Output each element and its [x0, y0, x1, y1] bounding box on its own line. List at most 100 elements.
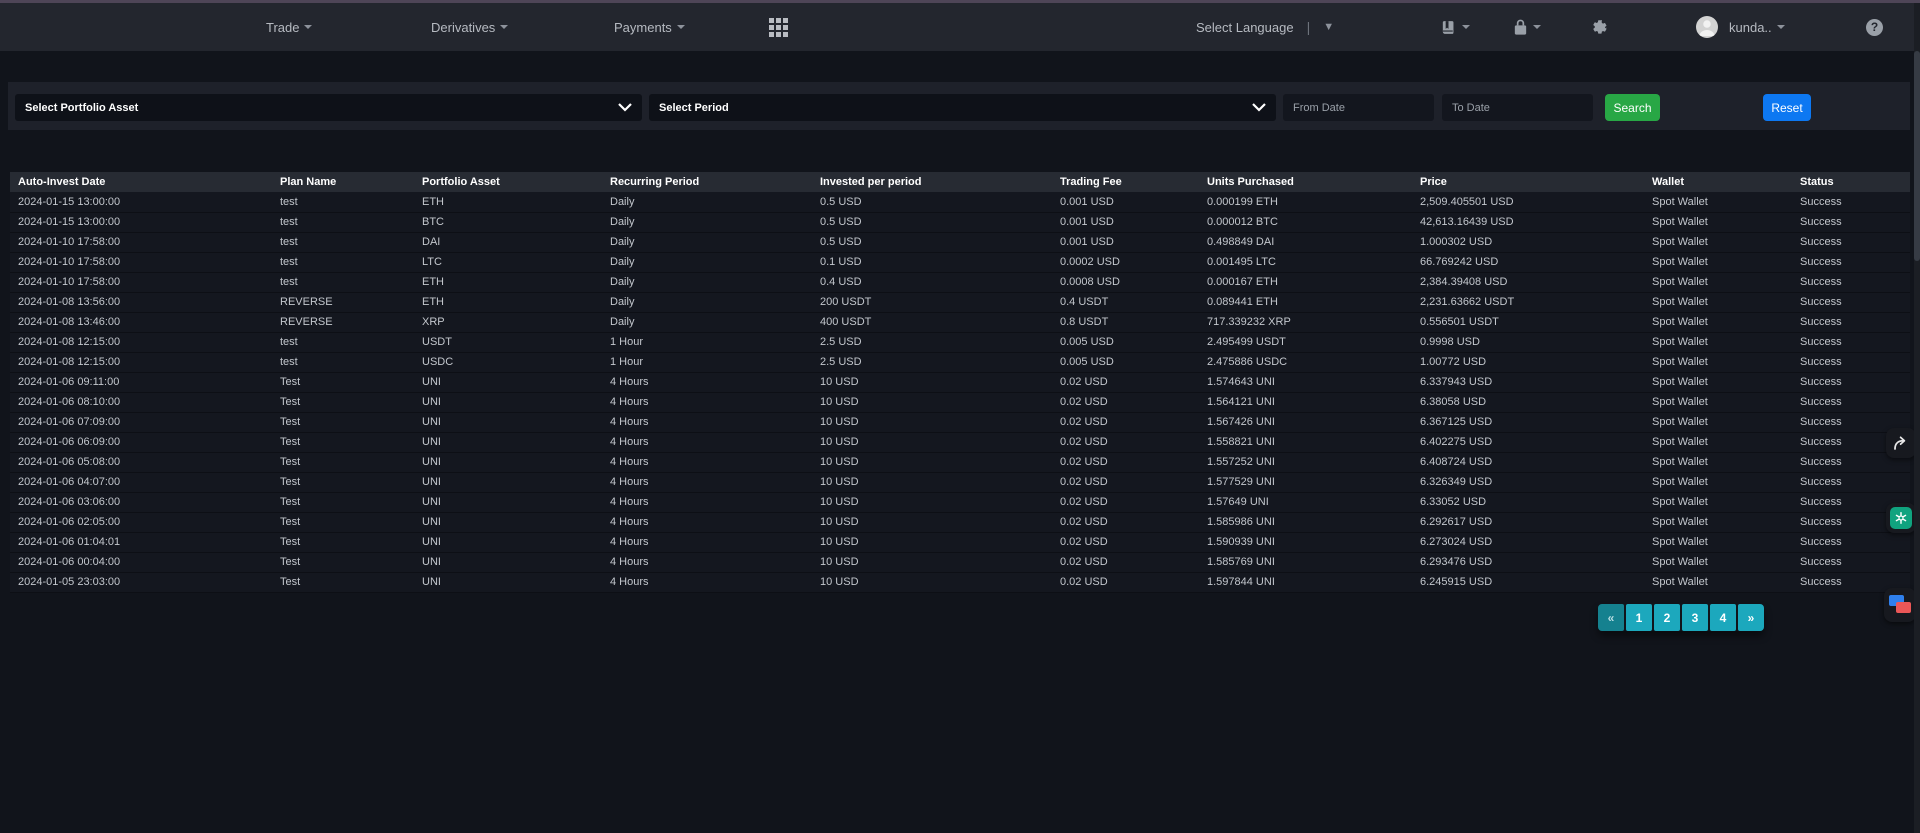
help-button[interactable]: ?: [1866, 3, 1883, 51]
to-date-input[interactable]: To Date: [1442, 94, 1593, 121]
table-cell: Success: [1792, 312, 1910, 332]
table-cell: UNI: [414, 552, 602, 572]
table-cell: BTC: [414, 212, 602, 232]
table-cell: 4 Hours: [602, 472, 812, 492]
table-cell: Test: [272, 432, 414, 452]
pagination: « 1234 »: [1598, 604, 1764, 631]
table-row: 2024-01-06 08:10:00TestUNI4 Hours10 USD0…: [10, 392, 1910, 412]
chevron-down-icon: [500, 25, 508, 29]
reset-button[interactable]: Reset: [1763, 94, 1811, 121]
table-cell: 0.02 USD: [1052, 512, 1199, 532]
period-select[interactable]: Select Period: [649, 94, 1276, 121]
table-cell: 4 Hours: [602, 572, 812, 592]
table-cell: 2024-01-06 05:08:00: [10, 452, 272, 472]
pagination-pages: 1234: [1626, 604, 1736, 631]
table-cell: Spot Wallet: [1644, 512, 1792, 532]
table-cell: 1.567426 UNI: [1199, 412, 1412, 432]
scrollbar-track[interactable]: [1914, 3, 1920, 833]
table-cell: UNI: [414, 492, 602, 512]
table-cell: 0.02 USD: [1052, 452, 1199, 472]
table-row: 2024-01-10 17:58:00testLTCDaily0.1 USD0.…: [10, 252, 1910, 272]
table-cell: 0.02 USD: [1052, 572, 1199, 592]
from-date-input[interactable]: From Date: [1283, 94, 1434, 121]
nav-menu-derivatives[interactable]: Derivatives: [431, 3, 508, 51]
chevron-down-icon: [1777, 25, 1785, 29]
table-cell: Success: [1792, 232, 1910, 252]
table-cell: 4 Hours: [602, 532, 812, 552]
security-menu[interactable]: [1513, 3, 1541, 51]
table-cell: 4 Hours: [602, 512, 812, 532]
table-cell: 2024-01-06 09:11:00: [10, 372, 272, 392]
table-cell: 717.339232 XRP: [1199, 312, 1412, 332]
table-cell: 0.02 USD: [1052, 392, 1199, 412]
apps-grid-button[interactable]: [769, 3, 788, 51]
table-cell: 6.337943 USD: [1412, 372, 1644, 392]
table-row: 2024-01-06 04:07:00TestUNI4 Hours10 USD0…: [10, 472, 1910, 492]
pagination-next-button[interactable]: »: [1738, 604, 1764, 631]
table-cell: Test: [272, 572, 414, 592]
language-selector-label: Select Language: [1196, 20, 1294, 35]
table-cell: 4 Hours: [602, 452, 812, 472]
table-cell: Success: [1792, 392, 1910, 412]
triangle-down-icon: ▼: [1323, 21, 1334, 33]
pagination-page-4[interactable]: 4: [1710, 604, 1736, 631]
column-header-plan-name: Plan Name: [272, 172, 414, 192]
pagination-page-3[interactable]: 3: [1682, 604, 1708, 631]
search-button[interactable]: Search: [1605, 94, 1660, 121]
table-cell: 2024-01-06 02:05:00: [10, 512, 272, 532]
language-selector[interactable]: Select Language | ▼: [1196, 3, 1334, 51]
from-date-placeholder: From Date: [1293, 102, 1345, 114]
table-cell: Daily: [602, 192, 812, 212]
pagination-page-2[interactable]: 2: [1654, 604, 1680, 631]
table-cell: Daily: [602, 272, 812, 292]
nav-menu-derivatives-label: Derivatives: [431, 20, 495, 35]
table-cell: 2024-01-10 17:58:00: [10, 272, 272, 292]
table-cell: test: [272, 192, 414, 212]
table-cell: Success: [1792, 332, 1910, 352]
share-arrow-icon: [1892, 434, 1910, 452]
table-cell: 2024-01-08 13:46:00: [10, 312, 272, 332]
table-cell: Daily: [602, 292, 812, 312]
table-row: 2024-01-06 07:09:00TestUNI4 Hours10 USD0…: [10, 412, 1910, 432]
auto-invest-history-table: Auto-Invest DatePlan NamePortfolio Asset…: [10, 172, 1910, 593]
table-cell: Test: [272, 552, 414, 572]
table-cell: Test: [272, 532, 414, 552]
scrollbar-thumb[interactable]: [1914, 51, 1920, 261]
table-cell: 0.02 USD: [1052, 492, 1199, 512]
table-cell: 2024-01-10 17:58:00: [10, 232, 272, 252]
table-cell: 1 Hour: [602, 352, 812, 372]
nav-menu-payments[interactable]: Payments: [614, 3, 685, 51]
portfolio-asset-select[interactable]: Select Portfolio Asset: [15, 94, 642, 121]
chat-bubbles-icon: [1889, 595, 1911, 615]
table-cell: 10 USD: [812, 432, 1052, 452]
table-cell: 10 USD: [812, 392, 1052, 412]
table-cell: 1.00772 USD: [1412, 352, 1644, 372]
user-name: kunda..: [1729, 20, 1772, 35]
table-cell: UNI: [414, 412, 602, 432]
table-cell: 1.57649 UNI: [1199, 492, 1412, 512]
user-menu[interactable]: kunda..: [1696, 3, 1785, 51]
table-cell: DAI: [414, 232, 602, 252]
chatgpt-widget-button[interactable]: [1886, 503, 1916, 533]
chat-widget-button[interactable]: [1884, 588, 1916, 622]
table-cell: 0.089441 ETH: [1199, 292, 1412, 312]
table-cell: Test: [272, 472, 414, 492]
wallet-menu[interactable]: [1440, 3, 1470, 51]
pagination-page-1[interactable]: 1: [1626, 604, 1652, 631]
nav-menu-trade[interactable]: Trade: [266, 3, 312, 51]
settings-button[interactable]: [1592, 3, 1608, 51]
table-cell: 2.5 USD: [812, 332, 1052, 352]
pagination-prev-button[interactable]: «: [1598, 604, 1624, 631]
table-cell: 1.564121 UNI: [1199, 392, 1412, 412]
table-cell: Spot Wallet: [1644, 272, 1792, 292]
table-cell: Test: [272, 412, 414, 432]
table-cell: Test: [272, 392, 414, 412]
share-widget-button[interactable]: [1886, 428, 1916, 458]
table-cell: Spot Wallet: [1644, 572, 1792, 592]
table-row: 2024-01-06 03:06:00TestUNI4 Hours10 USD0…: [10, 492, 1910, 512]
table-cell: 0.5 USD: [812, 212, 1052, 232]
table-cell: 0.02 USD: [1052, 412, 1199, 432]
table-cell: 2024-01-15 13:00:00: [10, 192, 272, 212]
table-cell: test: [272, 232, 414, 252]
table-cell: 4 Hours: [602, 432, 812, 452]
